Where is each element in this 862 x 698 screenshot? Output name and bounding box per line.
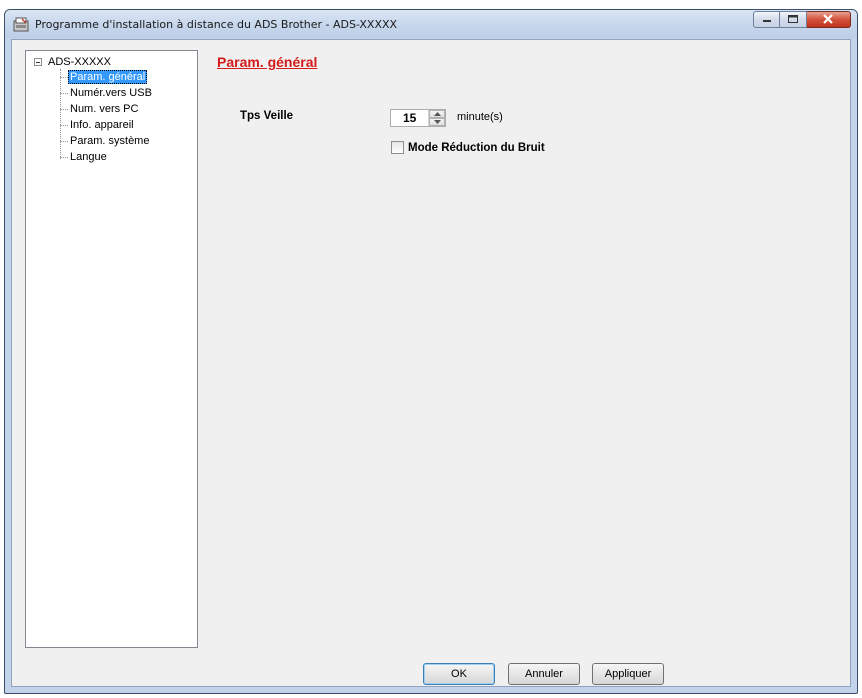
- tree-item-label: Langue: [70, 151, 107, 163]
- minimize-button[interactable]: [753, 11, 780, 28]
- close-icon: [823, 14, 833, 24]
- window-title: Programme d'installation à distance du A…: [35, 18, 398, 31]
- settings-tree[interactable]: ADS-XXXXX Param. général Numér.vers USB …: [25, 50, 198, 648]
- ok-button[interactable]: OK: [423, 663, 495, 685]
- tree-item-param-general[interactable]: Param. général: [60, 69, 148, 85]
- maximize-icon: [788, 15, 798, 23]
- tree-item-numer-vers-usb[interactable]: Numér.vers USB: [60, 85, 154, 101]
- tree-item-num-vers-pc[interactable]: Num. vers PC: [60, 101, 140, 117]
- decrement-button[interactable]: [429, 118, 445, 126]
- maximize-button[interactable]: [780, 11, 807, 28]
- noise-reduction-option[interactable]: Mode Réduction du Bruit: [391, 141, 545, 154]
- tree-branch-line: [60, 156, 68, 158]
- collapse-icon[interactable]: [34, 58, 42, 66]
- chevron-up-icon: [433, 112, 441, 116]
- apply-button[interactable]: Appliquer: [592, 663, 664, 685]
- tree-item-label: Param. système: [70, 135, 150, 147]
- sleep-time-label: Tps Veille: [240, 110, 294, 122]
- tree-item-label: Info. appareil: [70, 119, 134, 131]
- tree-branch-line: [60, 124, 68, 126]
- stepper-arrows: [428, 110, 445, 126]
- section-title: Param. général: [217, 54, 318, 70]
- app-window: Programme d'installation à distance du A…: [4, 9, 858, 694]
- tree-branch-line: [60, 92, 68, 94]
- tree-item-label: Param. général: [68, 70, 148, 84]
- sleep-time-stepper[interactable]: 15: [390, 109, 446, 127]
- title-bar[interactable]: Programme d'installation à distance du A…: [5, 10, 857, 38]
- tree-item-param-systeme[interactable]: Param. système: [60, 133, 151, 149]
- tree-item-label: Numér.vers USB: [70, 87, 152, 99]
- tree-root[interactable]: ADS-XXXXX: [34, 55, 111, 69]
- chevron-down-icon: [433, 120, 441, 124]
- cancel-button[interactable]: Annuler: [508, 663, 580, 685]
- tree-item-info-appareil[interactable]: Info. appareil: [60, 117, 136, 133]
- sleep-time-value[interactable]: 15: [391, 110, 428, 126]
- noise-reduction-checkbox[interactable]: [391, 141, 404, 154]
- tree-branch-line: [60, 108, 68, 110]
- tree-item-langue[interactable]: Langue: [60, 149, 109, 165]
- increment-button[interactable]: [429, 110, 445, 118]
- window-controls: [753, 11, 851, 30]
- tree-root-label: ADS-XXXXX: [48, 56, 111, 68]
- minimize-icon: [763, 20, 771, 22]
- app-icon: [13, 17, 29, 32]
- tree-branch-line: [60, 140, 68, 142]
- close-button[interactable]: [807, 11, 851, 28]
- tree-branch-line: [60, 76, 68, 78]
- sleep-time-unit: minute(s): [457, 111, 503, 123]
- noise-reduction-label: Mode Réduction du Bruit: [408, 141, 545, 154]
- dialog-body: ADS-XXXXX Param. général Numér.vers USB …: [11, 39, 851, 687]
- tree-item-label: Num. vers PC: [70, 103, 139, 115]
